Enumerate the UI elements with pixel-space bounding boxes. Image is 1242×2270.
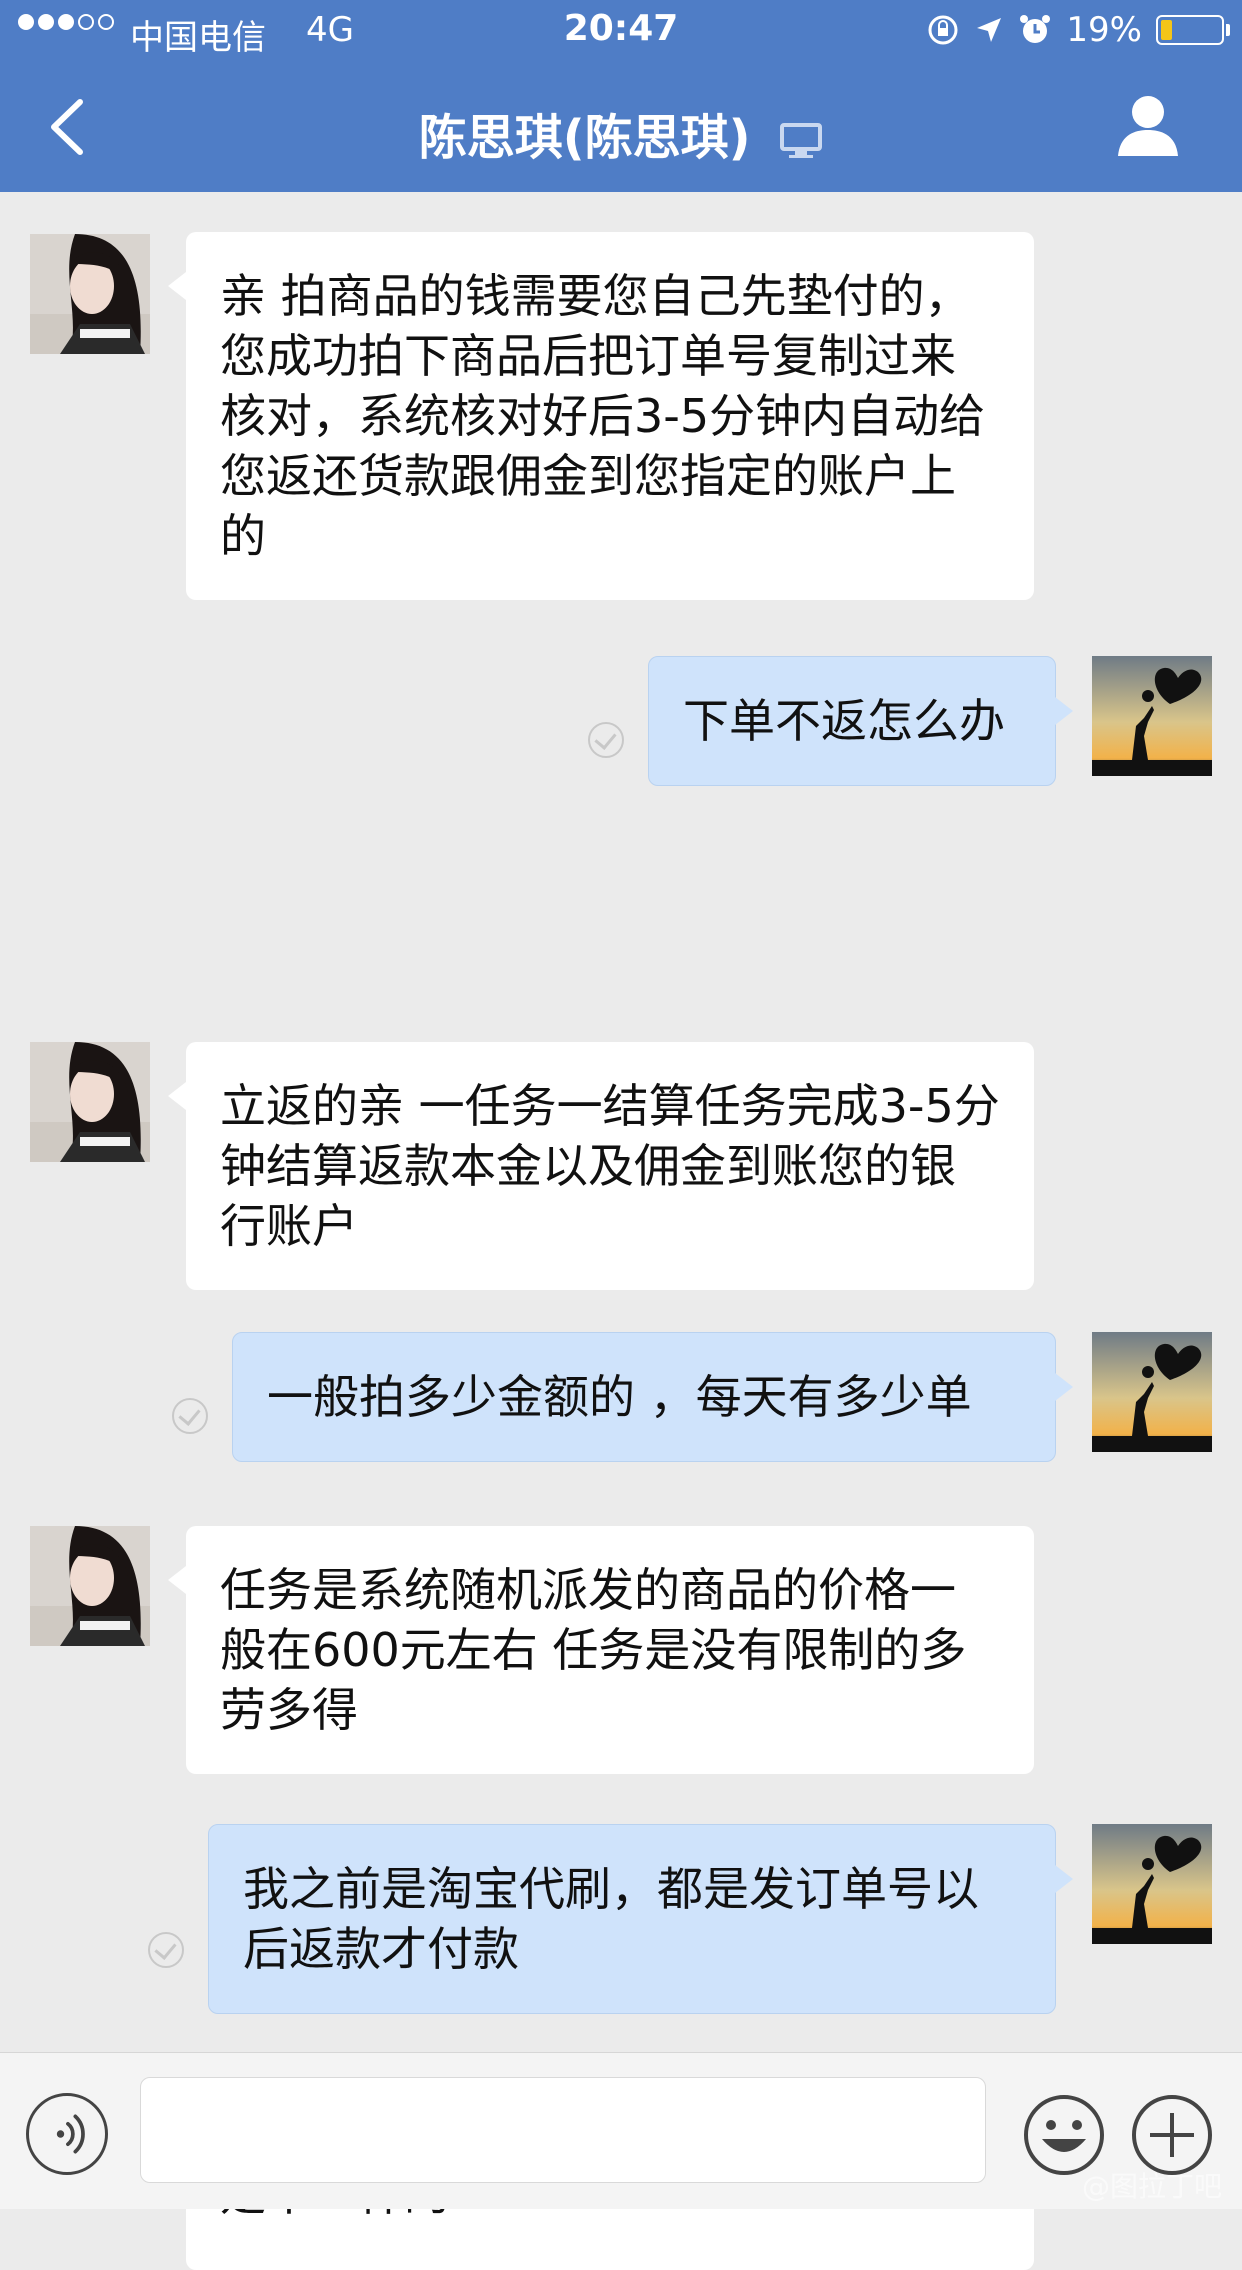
- my-avatar[interactable]: [1092, 656, 1212, 776]
- read-receipt-icon: [172, 1398, 208, 1434]
- desktop-icon: [780, 123, 823, 158]
- message-input[interactable]: [140, 2077, 986, 2183]
- contact-avatar[interactable]: [30, 1042, 150, 1162]
- watermark: @图拉丁吧: [1081, 2170, 1222, 2203]
- status-icons: 19%: [926, 10, 1230, 50]
- sent-message-bubble[interactable]: 我之前是淘宝代刷，都是发订单号以后返款才付款: [208, 1824, 1073, 2014]
- contact-name: 陈思琪(陈思琪): [418, 110, 751, 166]
- voice-icon[interactable]: [26, 2093, 108, 2175]
- received-message-bubble[interactable]: 任务是系统随机派发的商品的价格一般在600元左右 任务是没有限制的多劳多得: [168, 1526, 1034, 1774]
- nav-bar: 陈思琪(陈思琪): [0, 62, 1242, 192]
- received-message-bubble[interactable]: 立返的亲 一任务一结算任务完成3-5分钟结算返款本金以及佣金到账您的银行账户: [168, 1042, 1034, 1290]
- read-receipt-icon: [588, 722, 624, 758]
- read-receipt-icon: [148, 1932, 184, 1968]
- user-icon[interactable]: [1116, 90, 1180, 160]
- my-avatar[interactable]: [1092, 1824, 1212, 1944]
- battery-percent: 19%: [1066, 10, 1142, 50]
- received-message-bubble[interactable]: 亲 拍商品的钱需要您自己先垫付的，您成功拍下商品后把订单号复制过来核对，系统核对…: [168, 232, 1034, 600]
- orientation-lock-icon: [928, 15, 958, 45]
- my-avatar[interactable]: [1092, 1332, 1212, 1452]
- chat-title: 陈思琪(陈思琪): [0, 98, 1242, 168]
- input-bar: @图拉丁吧: [0, 2052, 1242, 2209]
- alarm-icon: [1020, 15, 1051, 43]
- sent-message-bubble[interactable]: 下单不返怎么办: [648, 656, 1073, 786]
- status-bar: 中国电信 4G 20:47 19%: [0, 0, 1242, 62]
- contact-avatar[interactable]: [30, 234, 150, 354]
- chat-area[interactable]: 亲 拍商品的钱需要您自己先垫付的，您成功拍下商品后把订单号复制过来核对，系统核对…: [0, 192, 1242, 2270]
- location-icon: [977, 18, 1002, 42]
- contact-avatar[interactable]: [30, 1526, 150, 1646]
- sent-message-bubble[interactable]: 一般拍多少金额的 ，每天有多少单: [232, 1332, 1073, 1462]
- top-bar: 中国电信 4G 20:47 19% 陈思琪(陈思琪): [0, 0, 1242, 192]
- battery-icon: [1156, 15, 1230, 45]
